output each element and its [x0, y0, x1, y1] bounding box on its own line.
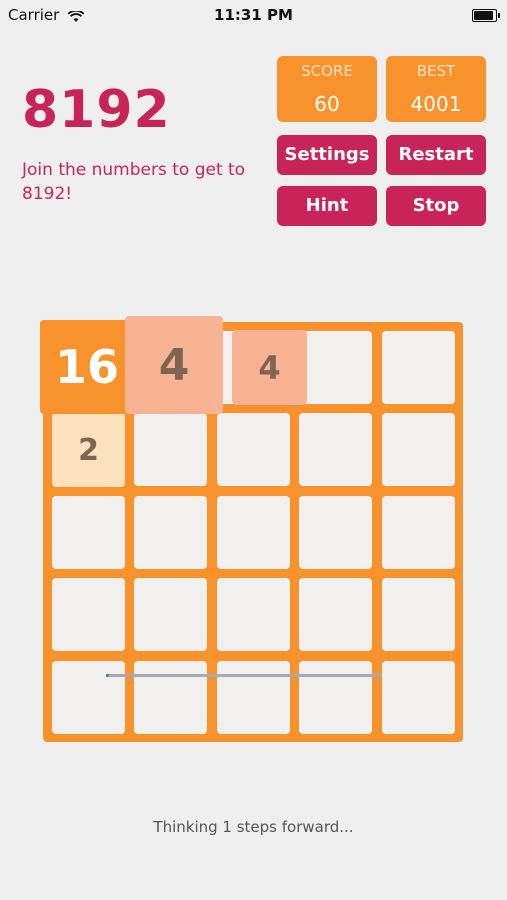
board-cell	[381, 578, 455, 652]
board-cell	[52, 578, 125, 652]
tile: 16	[40, 320, 134, 414]
board-cell	[52, 495, 125, 569]
battery-level	[474, 11, 493, 20]
thinking-progress-fill	[106, 674, 109, 677]
board-cell	[381, 413, 455, 487]
game-title: 8192	[22, 80, 171, 140]
battery-tip	[498, 13, 500, 18]
board-cell	[381, 660, 455, 734]
restart-button[interactable]: Restart	[386, 135, 486, 175]
settings-button[interactable]: Settings	[277, 135, 377, 175]
status-bar: Carrier 11:31 PM	[0, 0, 507, 32]
score-value: 60	[314, 92, 340, 116]
board-cell	[299, 495, 373, 569]
board-cell	[299, 331, 373, 404]
board-cell	[216, 578, 290, 652]
battery-icon	[472, 9, 500, 22]
tile: 4	[232, 330, 307, 405]
hint-button[interactable]: Hint	[277, 186, 377, 226]
thinking-status: Thinking 1 steps forward...	[153, 818, 354, 836]
board-cell	[299, 413, 373, 487]
board-cell	[52, 660, 125, 734]
board-cell	[134, 660, 208, 734]
best-value: 4001	[410, 92, 462, 116]
thinking-progress-bar	[106, 674, 382, 677]
board-cell	[134, 578, 208, 652]
board-cell	[216, 495, 290, 569]
tile: 4	[125, 316, 223, 414]
board-cell	[216, 660, 290, 734]
board-cell	[299, 660, 373, 734]
tile: 2	[52, 414, 125, 487]
stop-button[interactable]: Stop	[386, 186, 486, 226]
clock: 11:31 PM	[214, 6, 293, 24]
board-cell	[299, 578, 373, 652]
best-box: BEST 4001	[386, 56, 486, 122]
board-cell	[134, 495, 208, 569]
board-cell	[381, 331, 455, 404]
best-label: BEST	[416, 62, 456, 80]
board-cell	[381, 495, 455, 569]
board-cell	[216, 413, 290, 487]
game-subtitle: Join the numbers to get to 8192!	[22, 160, 246, 204]
score-box: SCORE 60	[277, 56, 377, 122]
board-cell	[134, 413, 208, 487]
score-label: SCORE	[301, 62, 353, 80]
